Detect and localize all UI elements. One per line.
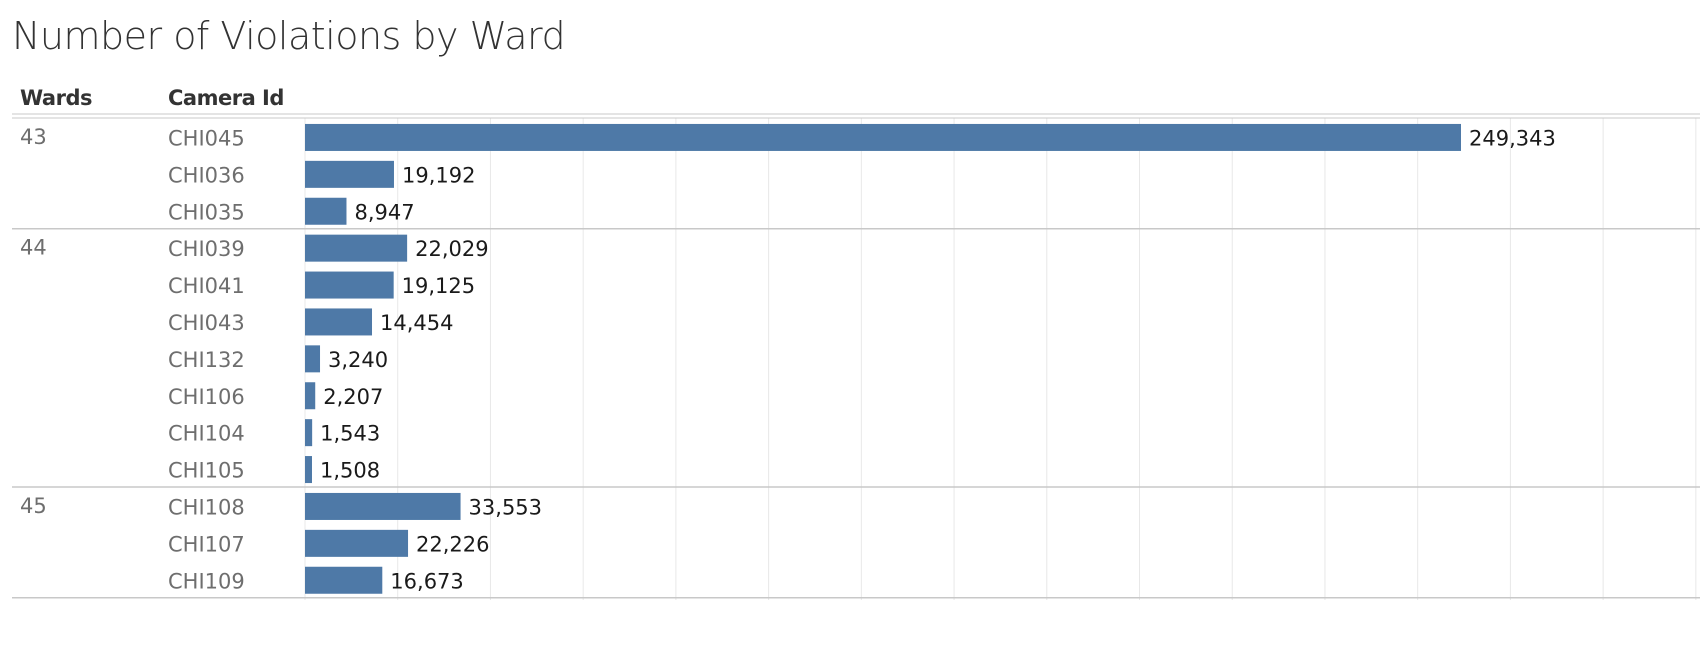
value-label: 1,508	[320, 459, 380, 483]
bar	[305, 271, 394, 299]
ward-label: 44	[20, 236, 47, 260]
camera-id-label: CHI039	[168, 237, 245, 261]
bar	[305, 345, 321, 373]
camera-id-label: CHI045	[168, 126, 245, 150]
value-label: 8,947	[354, 200, 414, 224]
value-label: 16,673	[390, 569, 463, 593]
ward-label: 43	[20, 125, 47, 149]
camera-id-label: CHI043	[168, 311, 245, 335]
bar	[305, 123, 1461, 151]
bar	[305, 234, 408, 262]
camera-id-label: CHI132	[168, 348, 245, 372]
camera-id-label: CHI107	[168, 532, 245, 556]
bar	[305, 529, 409, 557]
bar	[305, 492, 461, 520]
ward-label: 45	[20, 494, 47, 518]
value-label: 19,125	[402, 274, 475, 298]
bar	[305, 308, 373, 336]
bar	[305, 197, 347, 225]
bar	[305, 382, 316, 410]
camera-id-label: CHI108	[168, 495, 245, 519]
camera-id-label: CHI106	[168, 385, 245, 409]
bar	[305, 160, 394, 188]
camera-id-label: CHI105	[168, 459, 245, 483]
value-label: 22,226	[416, 532, 489, 556]
camera-id-label: CHI104	[168, 422, 245, 446]
camera-id-label: CHI041	[168, 274, 245, 298]
value-label: 2,207	[323, 385, 383, 409]
value-label: 19,192	[402, 163, 475, 187]
value-label: 1,543	[320, 422, 380, 446]
camera-id-label: CHI035	[168, 200, 245, 224]
value-label: 14,454	[380, 311, 453, 335]
camera-id-label: CHI036	[168, 163, 245, 187]
bar	[305, 456, 312, 484]
camera-id-label: CHI109	[168, 569, 245, 593]
value-label: 3,240	[328, 348, 388, 372]
value-label: 33,553	[469, 495, 542, 519]
value-label: 249,343	[1469, 126, 1556, 150]
bar	[305, 566, 383, 594]
bar	[305, 419, 313, 447]
bar-chart: 43 CHI045 249,343 CHI036 19,192 CHI035 8,947 44…	[12, 113, 1700, 600]
value-label: 22,029	[415, 237, 488, 261]
